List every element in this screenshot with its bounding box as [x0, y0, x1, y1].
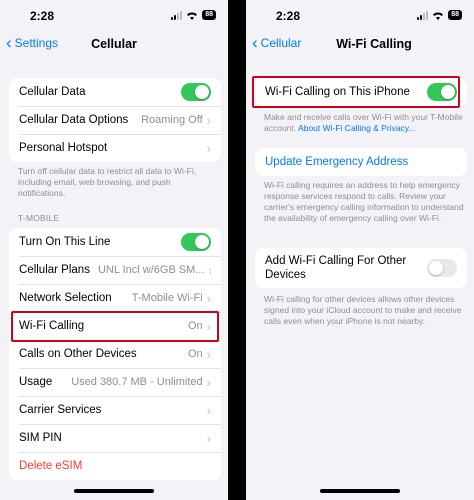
other-devices-toggle[interactable] — [427, 259, 457, 277]
row-label: Usage — [19, 376, 53, 388]
chevron-right-icon: › — [206, 346, 211, 362]
row-detail: On — [187, 348, 203, 360]
chevron-right-icon: › — [206, 140, 211, 156]
other-devices-group: Add Wi-Fi Calling For Other Devices — [255, 248, 467, 288]
row-label: Update Emergency Address — [265, 156, 409, 168]
cellular-data-options-row[interactable]: Cellular Data Options Roaming Off › — [9, 106, 221, 134]
wifi-calling-screen: 2:28 88 ‹ Cellular Wi-Fi Calling Wi-Fi C… — [246, 0, 474, 500]
wifi-calling-footnote: Make and receive calls over Wi-Fi with y… — [264, 112, 464, 134]
cellular-data-toggle[interactable] — [181, 83, 211, 101]
row-detail: T-Mobile Wi-Fi — [131, 292, 203, 304]
screenshot-stage: 2:28 88 ‹ Settings Cellular Cellular Dat… — [0, 0, 474, 500]
section-header-carrier: T-MOBILE — [18, 213, 60, 223]
status-time: 2:28 — [30, 9, 55, 23]
turn-on-line-toggle[interactable] — [181, 233, 211, 251]
row-label: Add Wi-Fi Calling For Other Devices — [265, 255, 407, 281]
nav-bar: ‹ Settings Cellular — [0, 30, 228, 58]
sim-pin-row[interactable]: SIM PIN › — [9, 424, 221, 452]
cellular-data-footnote: Turn off cellular data to restrict all d… — [18, 166, 197, 198]
chevron-right-icon: › — [206, 112, 211, 128]
about-wifi-calling-link[interactable]: About Wi-Fi Calling & Privacy... — [298, 123, 415, 133]
row-detail: Used 380.7 MB - Unlimited — [71, 376, 203, 388]
row-label: Carrier Services — [19, 404, 102, 416]
other-devices-row: Add Wi-Fi Calling For Other Devices — [255, 248, 467, 288]
cell-signal-icon — [417, 10, 429, 20]
chevron-right-icon: › — [206, 374, 211, 390]
calls-other-devices-row[interactable]: Calls on Other Devices On › — [9, 340, 221, 368]
network-selection-row[interactable]: Network Selection T-Mobile Wi-Fi › — [9, 284, 221, 312]
row-label: Network Selection — [19, 292, 112, 304]
row-label: Calls on Other Devices — [19, 348, 137, 360]
other-devices-footnote: Wi-Fi calling for other devices allows o… — [264, 294, 462, 326]
chevron-right-icon: › — [206, 402, 211, 418]
page-title: Cellular — [91, 37, 137, 51]
wifi-calling-toggle-highlight — [252, 76, 460, 108]
row-detail: Roaming Off — [141, 114, 203, 126]
battery-icon: 88 — [448, 10, 462, 20]
personal-hotspot-row[interactable]: Personal Hotspot › — [9, 134, 221, 162]
status-bar: 2:28 88 — [246, 0, 474, 30]
home-indicator — [320, 489, 400, 493]
cellular-data-group: Cellular Data Cellular Data Options Roam… — [9, 78, 221, 162]
page-title: Wi-Fi Calling — [336, 37, 412, 51]
status-icons: 88 — [417, 10, 462, 20]
row-label: Cellular Plans — [19, 264, 90, 276]
cellular-plans-row[interactable]: Cellular Plans UNL Incl w/6GB SM... › — [9, 256, 221, 284]
emergency-address-footnote: Wi-Fi calling requires an address to hel… — [264, 180, 464, 223]
home-indicator — [74, 489, 154, 493]
wifi-calling-highlight — [11, 311, 219, 342]
wifi-icon — [433, 11, 444, 20]
row-label: Personal Hotspot — [19, 142, 108, 154]
status-icons: 88 — [171, 10, 216, 20]
status-time: 2:28 — [276, 9, 301, 23]
usage-row[interactable]: Usage Used 380.7 MB - Unlimited › — [9, 368, 221, 396]
carrier-services-row[interactable]: Carrier Services › — [9, 396, 221, 424]
emergency-address-group: Update Emergency Address — [255, 148, 467, 176]
row-label: SIM PIN — [19, 432, 62, 444]
cellular-settings-screen: 2:28 88 ‹ Settings Cellular Cellular Dat… — [0, 0, 228, 500]
battery-icon: 88 — [202, 10, 216, 20]
cellular-data-row: Cellular Data — [9, 78, 221, 106]
status-bar: 2:28 88 — [0, 0, 228, 30]
chevron-right-icon: › — [209, 263, 211, 278]
chevron-right-icon: › — [206, 290, 211, 306]
row-label: Turn On This Line — [19, 236, 111, 248]
carrier-group: Turn On This Line Cellular Plans UNL Inc… — [9, 228, 221, 480]
row-label: Cellular Data — [19, 86, 86, 98]
nav-bar: ‹ Cellular Wi-Fi Calling — [246, 30, 474, 58]
turn-on-line-row: Turn On This Line — [9, 228, 221, 256]
wifi-icon — [187, 11, 198, 20]
chevron-right-icon: › — [206, 430, 211, 446]
update-emergency-address-button[interactable]: Update Emergency Address — [255, 148, 467, 176]
row-label: Delete eSIM — [19, 460, 83, 472]
row-detail: UNL Incl w/6GB SM... — [97, 264, 205, 276]
delete-esim-button[interactable]: Delete eSIM — [9, 452, 221, 480]
cell-signal-icon — [171, 10, 183, 20]
row-label: Cellular Data Options — [19, 114, 129, 126]
